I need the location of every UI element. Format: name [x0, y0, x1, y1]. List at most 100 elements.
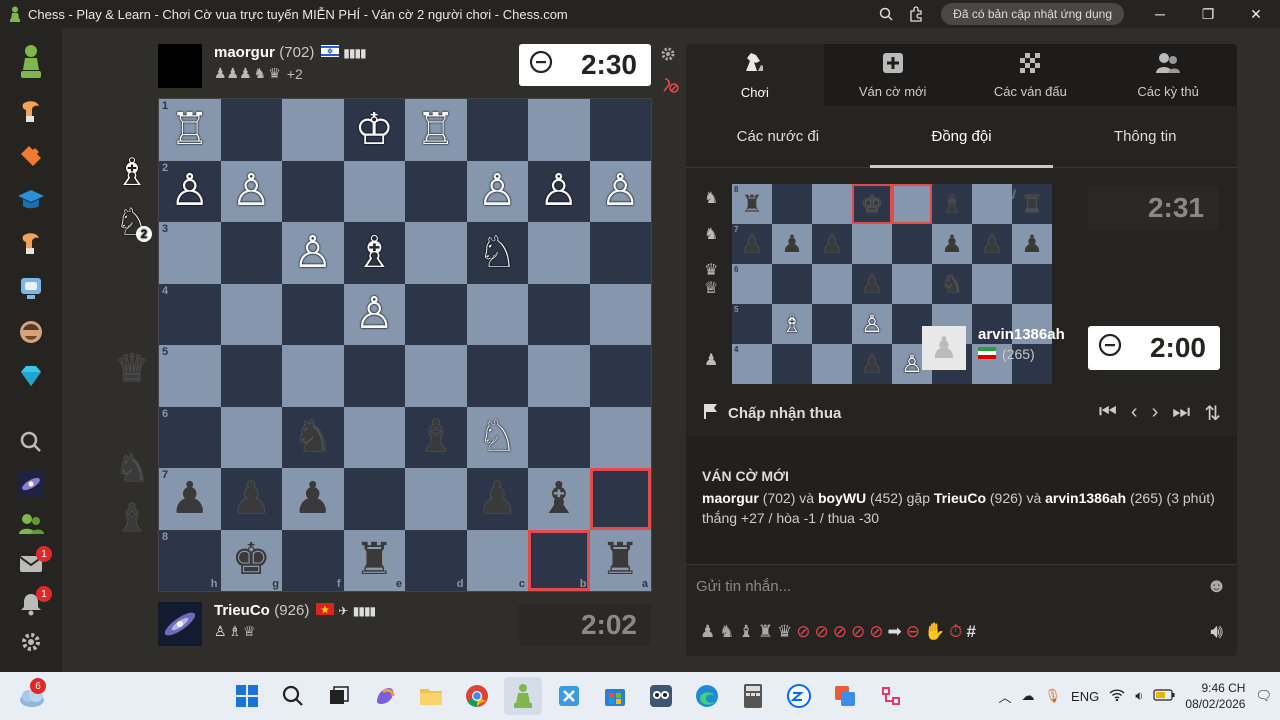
- white-pawn-piece[interactable]: ♙: [601, 169, 640, 213]
- avatar[interactable]: [158, 44, 202, 88]
- pocket-black-bishop[interactable]: ♝: [112, 496, 152, 540]
- board-square[interactable]: ♝: [405, 406, 467, 468]
- board-square[interactable]: [589, 99, 651, 161]
- white-pawn-piece[interactable]: ♙: [293, 230, 332, 275]
- extensions-icon[interactable]: [901, 0, 931, 28]
- board-square[interactable]: 7 ♟: [159, 468, 221, 530]
- white-rook-piece[interactable]: ♖: [170, 107, 209, 152]
- friends-icon[interactable]: [0, 504, 62, 544]
- board-square[interactable]: 4: [159, 283, 221, 345]
- flip-board-icon[interactable]: ⇅: [1204, 401, 1221, 426]
- arrow-emote-icon[interactable]: ➡: [888, 622, 902, 642]
- board-square[interactable]: d: [405, 529, 467, 591]
- board-square[interactable]: ♙: [282, 222, 344, 284]
- info-player-1[interactable]: maorgur: [702, 490, 759, 506]
- black-bishop-piece[interactable]: ♝: [416, 415, 455, 459]
- board-square[interactable]: [405, 283, 467, 345]
- board-square[interactable]: [589, 222, 651, 284]
- premium-diamond-icon[interactable]: [0, 356, 62, 396]
- snipping-tool-icon[interactable]: [550, 677, 588, 715]
- info-player-2[interactable]: boyWU: [818, 490, 866, 506]
- tab-players[interactable]: Các kỳ thủ: [1099, 44, 1237, 106]
- board-square[interactable]: [282, 345, 344, 407]
- tab-games[interactable]: Các ván đấu: [962, 44, 1100, 106]
- board-square[interactable]: [589, 345, 651, 407]
- board-square[interactable]: ♖: [405, 99, 467, 161]
- subtab-moves[interactable]: Các nước đi: [686, 106, 870, 167]
- board-square[interactable]: ♙: [466, 160, 528, 222]
- resign-button[interactable]: Chấp nhận thua: [702, 402, 841, 424]
- pocket-black-queen[interactable]: ♛: [112, 346, 152, 390]
- board-square[interactable]: [405, 345, 467, 407]
- computer-icon[interactable]: [0, 268, 62, 308]
- board-square[interactable]: ♟: [220, 468, 282, 530]
- board-square[interactable]: g ♚: [220, 529, 282, 591]
- board-square[interactable]: [405, 468, 467, 530]
- tray-overflow-icon[interactable]: ︿: [999, 687, 1012, 706]
- board-square[interactable]: [343, 468, 405, 530]
- board-square[interactable]: [589, 283, 651, 345]
- cloud-icon[interactable]: ☁: [1022, 688, 1035, 704]
- subtab-team[interactable]: Đồng đội: [869, 106, 1054, 168]
- pocket-white-knight[interactable]: ♘ 2: [112, 200, 152, 244]
- zoom-icon[interactable]: [871, 0, 901, 28]
- search-icon[interactable]: [0, 422, 62, 462]
- white-knight-piece[interactable]: ♘: [478, 415, 517, 459]
- tab-play[interactable]: Chơi: [686, 44, 824, 106]
- info-player-4[interactable]: arvin1386ah: [1045, 490, 1126, 506]
- board-square[interactable]: ♘: [466, 406, 528, 468]
- white-pawn-piece[interactable]: ♙: [539, 169, 578, 213]
- board-square[interactable]: [343, 160, 405, 222]
- stop-hand-icon[interactable]: ✋: [924, 622, 945, 642]
- black-rook-piece[interactable]: ♜: [355, 538, 394, 582]
- volume-icon[interactable]: 🔊︎: [1210, 621, 1223, 644]
- board-square[interactable]: [528, 222, 590, 284]
- board-square[interactable]: ♙: [528, 160, 590, 222]
- board-square[interactable]: [220, 283, 282, 345]
- black-bishop-piece[interactable]: ♝: [539, 476, 578, 521]
- watch-icon[interactable]: [0, 224, 62, 264]
- learn-icon[interactable]: [0, 180, 62, 220]
- board-square[interactable]: [282, 99, 344, 161]
- board-square[interactable]: [528, 283, 590, 345]
- board-square[interactable]: [528, 345, 590, 407]
- battery-icon[interactable]: [1153, 688, 1175, 704]
- subtab-info[interactable]: Thông tin: [1053, 106, 1237, 167]
- board-square[interactable]: 5: [159, 345, 221, 407]
- timer-emote-icon[interactable]: ⏱: [949, 622, 962, 642]
- notification-center-icon[interactable]: 🗨︎: [1255, 688, 1272, 704]
- board-square[interactable]: [282, 283, 344, 345]
- board-square[interactable]: [405, 222, 467, 284]
- board-square[interactable]: [466, 345, 528, 407]
- no-queen-emote-icon[interactable]: ⊘: [869, 622, 883, 642]
- rook-emote-icon[interactable]: ♜: [758, 622, 773, 642]
- white-pawn-piece[interactable]: ♙: [232, 169, 271, 213]
- board-square[interactable]: [528, 99, 590, 161]
- hash-emote-icon[interactable]: #: [966, 622, 975, 642]
- board-square[interactable]: f: [282, 529, 344, 591]
- board-square[interactable]: [343, 406, 405, 468]
- wifi-icon[interactable]: [1109, 688, 1125, 705]
- pawn-emote-icon[interactable]: ♟: [700, 622, 715, 642]
- chess-app-taskbar-icon[interactable]: [504, 677, 542, 715]
- no-knight-emote-icon[interactable]: ⊘: [815, 622, 829, 642]
- black-pawn-piece[interactable]: ♟: [478, 476, 517, 521]
- taskbar-clock[interactable]: 9:46 CH 08/02/2026: [1185, 680, 1245, 712]
- board-square[interactable]: [343, 345, 405, 407]
- board-square[interactable]: ♗: [343, 222, 405, 284]
- zalo-icon[interactable]: [780, 677, 818, 715]
- pocket-black-knight[interactable]: ♞: [112, 446, 152, 490]
- white-bishop-piece[interactable]: ♗: [355, 230, 394, 275]
- board-square[interactable]: ♙: [343, 283, 405, 345]
- edge-icon[interactable]: [688, 677, 726, 715]
- copilot-icon[interactable]: [366, 677, 404, 715]
- chat-input[interactable]: Gửi tin nhắn... ☻: [686, 564, 1237, 608]
- queen-emote-icon[interactable]: ♛: [777, 622, 792, 642]
- white-pawn-piece[interactable]: ♙: [478, 169, 517, 213]
- minimize-button[interactable]: ─: [1136, 0, 1184, 28]
- black-pawn-piece[interactable]: ♟: [293, 476, 332, 521]
- black-rook-piece[interactable]: ♜: [601, 538, 640, 582]
- previous-move-icon[interactable]: ‹: [1131, 401, 1138, 426]
- chess-board[interactable]: 1 ♖ ♔ ♖ 2 ♙ ♙ ♙ ♙ ♙ 3 ♙ ♗ ♘ 4 ♙ 5 6 ♞ ♝ ♘ 7 ♟ ♟ ♟ ♟ ♝ 8 h g ♚ f e ♜ d c b a ♜: [158, 98, 652, 592]
- news-galaxy-icon[interactable]: [0, 464, 62, 504]
